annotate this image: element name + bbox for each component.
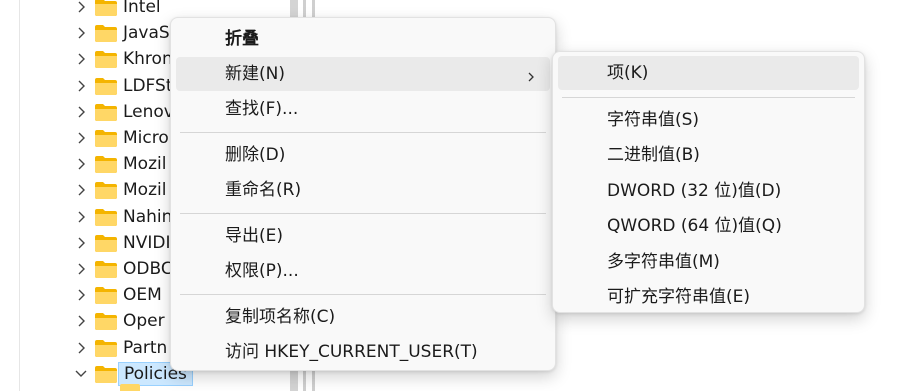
menu-item-label: 导出(E) [225, 226, 284, 246]
menu-item-label: 访问 HKEY_CURRENT_USER(T) [225, 342, 478, 362]
menu-item-label: 多字符串值(M) [607, 251, 720, 272]
child-folder-icon [120, 384, 140, 391]
submenu-item[interactable]: DWORD (32 位)值(D) [558, 174, 859, 208]
chevron-right-icon[interactable] [74, 25, 88, 41]
tree-item-label: LDFSt [123, 75, 173, 96]
menu-item-label: 重命名(R) [225, 180, 302, 200]
folder-icon [94, 285, 118, 305]
chevron-right-icon[interactable] [74, 78, 88, 94]
menu-item-label: DWORD (32 位)值(D) [607, 180, 782, 201]
context-menu-item[interactable]: 新建(N) [176, 57, 550, 91]
tree-item-label: Partn [123, 337, 168, 358]
folder-icon [94, 102, 118, 122]
tree-item-label: OEM [123, 285, 162, 306]
folder-icon [94, 23, 118, 43]
chevron-right-icon[interactable] [74, 0, 88, 15]
context-menu-item[interactable]: 导出(E) [176, 219, 550, 253]
tree-item-label: JavaS [123, 23, 170, 44]
tree-item-label: NVIDI [123, 232, 171, 253]
context-menu: 折叠新建(N) 查找(F)... 删除(D) 重命名(R) 导出(E) 权限(P)... 复… [170, 17, 556, 371]
chevron-right-icon[interactable] [74, 51, 88, 67]
context-menu-item[interactable]: 折叠 [176, 22, 550, 56]
submenu-item[interactable]: 二进制值(B) [558, 138, 859, 172]
tree-item-label: ODBC [123, 259, 173, 279]
chevron-right-icon[interactable] [74, 104, 88, 120]
chevron-right-icon[interactable] [74, 182, 88, 198]
context-menu-item[interactable]: 访问 HKEY_CURRENT_USER(T) [176, 335, 550, 369]
folder-icon [94, 0, 118, 17]
tree-item-label: Nahin [123, 206, 173, 227]
menu-item-label: 二进制值(B) [607, 145, 700, 165]
tree-item-label: Oper [123, 311, 165, 332]
menu-separator [180, 132, 546, 133]
tree-item-label: Mozil [123, 154, 167, 175]
menu-item-label: 字符串值(S) [607, 109, 700, 130]
chevron-right-icon[interactable] [74, 261, 88, 277]
submenu-item[interactable]: 多字符串值(M) [558, 245, 859, 279]
chevron-right-icon[interactable] [74, 287, 88, 303]
context-menu-item[interactable]: 权限(P)... [176, 254, 550, 288]
menu-item-label: 新建(N) [225, 64, 285, 84]
folder-icon [94, 49, 118, 69]
chevron-right-icon[interactable] [74, 209, 88, 225]
folder-icon [94, 154, 118, 174]
tree-item-label: Lenov [123, 101, 174, 122]
menu-separator [180, 213, 546, 214]
chevron-right-icon[interactable] [74, 340, 88, 356]
menu-item-label: 删除(D) [225, 145, 286, 165]
folder-icon [94, 311, 118, 331]
chevron-right-icon[interactable] [74, 156, 88, 172]
chevron-right-icon[interactable] [74, 235, 88, 251]
menu-separator [180, 294, 546, 295]
chevron-right-icon[interactable] [74, 130, 88, 146]
menu-item-label: 折叠 [225, 29, 259, 49]
folder-icon [94, 128, 118, 148]
menu-separator [562, 96, 855, 98]
new-submenu: 项(K) 字符串值(S) 二进制值(B) DWORD (32 位)值(D) QWORD … [552, 51, 865, 313]
chevron-down-icon[interactable] [74, 366, 88, 382]
tree-item-label: Intel [123, 0, 161, 17]
context-menu-item[interactable]: 删除(D) [176, 138, 550, 172]
folder-icon [94, 259, 118, 279]
folder-icon [94, 233, 118, 253]
menu-item-label: 可扩充字符串值(E) [607, 287, 751, 307]
context-menu-item[interactable]: 查找(F)... [176, 92, 550, 126]
folder-icon [94, 364, 118, 384]
submenu-item[interactable]: QWORD (64 位)值(Q) [558, 209, 859, 243]
folder-icon [94, 207, 118, 227]
folder-icon [94, 76, 118, 96]
submenu-item[interactable]: 项(K) [558, 56, 859, 90]
tree-item-label: Khron [123, 49, 173, 70]
menu-item-label: QWORD (64 位)值(Q) [607, 216, 782, 236]
menu-item-label: 权限(P)... [225, 261, 299, 281]
context-menu-item[interactable]: 重命名(R) [176, 173, 550, 207]
menu-item-label: 查找(F)... [225, 99, 299, 119]
context-menu-item[interactable]: 复制项名称(C) [176, 300, 550, 334]
menu-item-label: 项(K) [607, 63, 649, 83]
menu-item-label: 复制项名称(C) [225, 307, 336, 327]
folder-icon [94, 338, 118, 358]
tree-item-label: Micro [123, 128, 169, 148]
tree-item-label: Mozil [123, 180, 167, 201]
submenu-item[interactable]: 可扩充字符串值(E) [558, 280, 859, 314]
submenu-item[interactable]: 字符串值(S) [558, 103, 859, 137]
folder-icon [94, 180, 118, 200]
chevron-right-icon [526, 68, 536, 82]
chevron-right-icon[interactable] [74, 313, 88, 329]
